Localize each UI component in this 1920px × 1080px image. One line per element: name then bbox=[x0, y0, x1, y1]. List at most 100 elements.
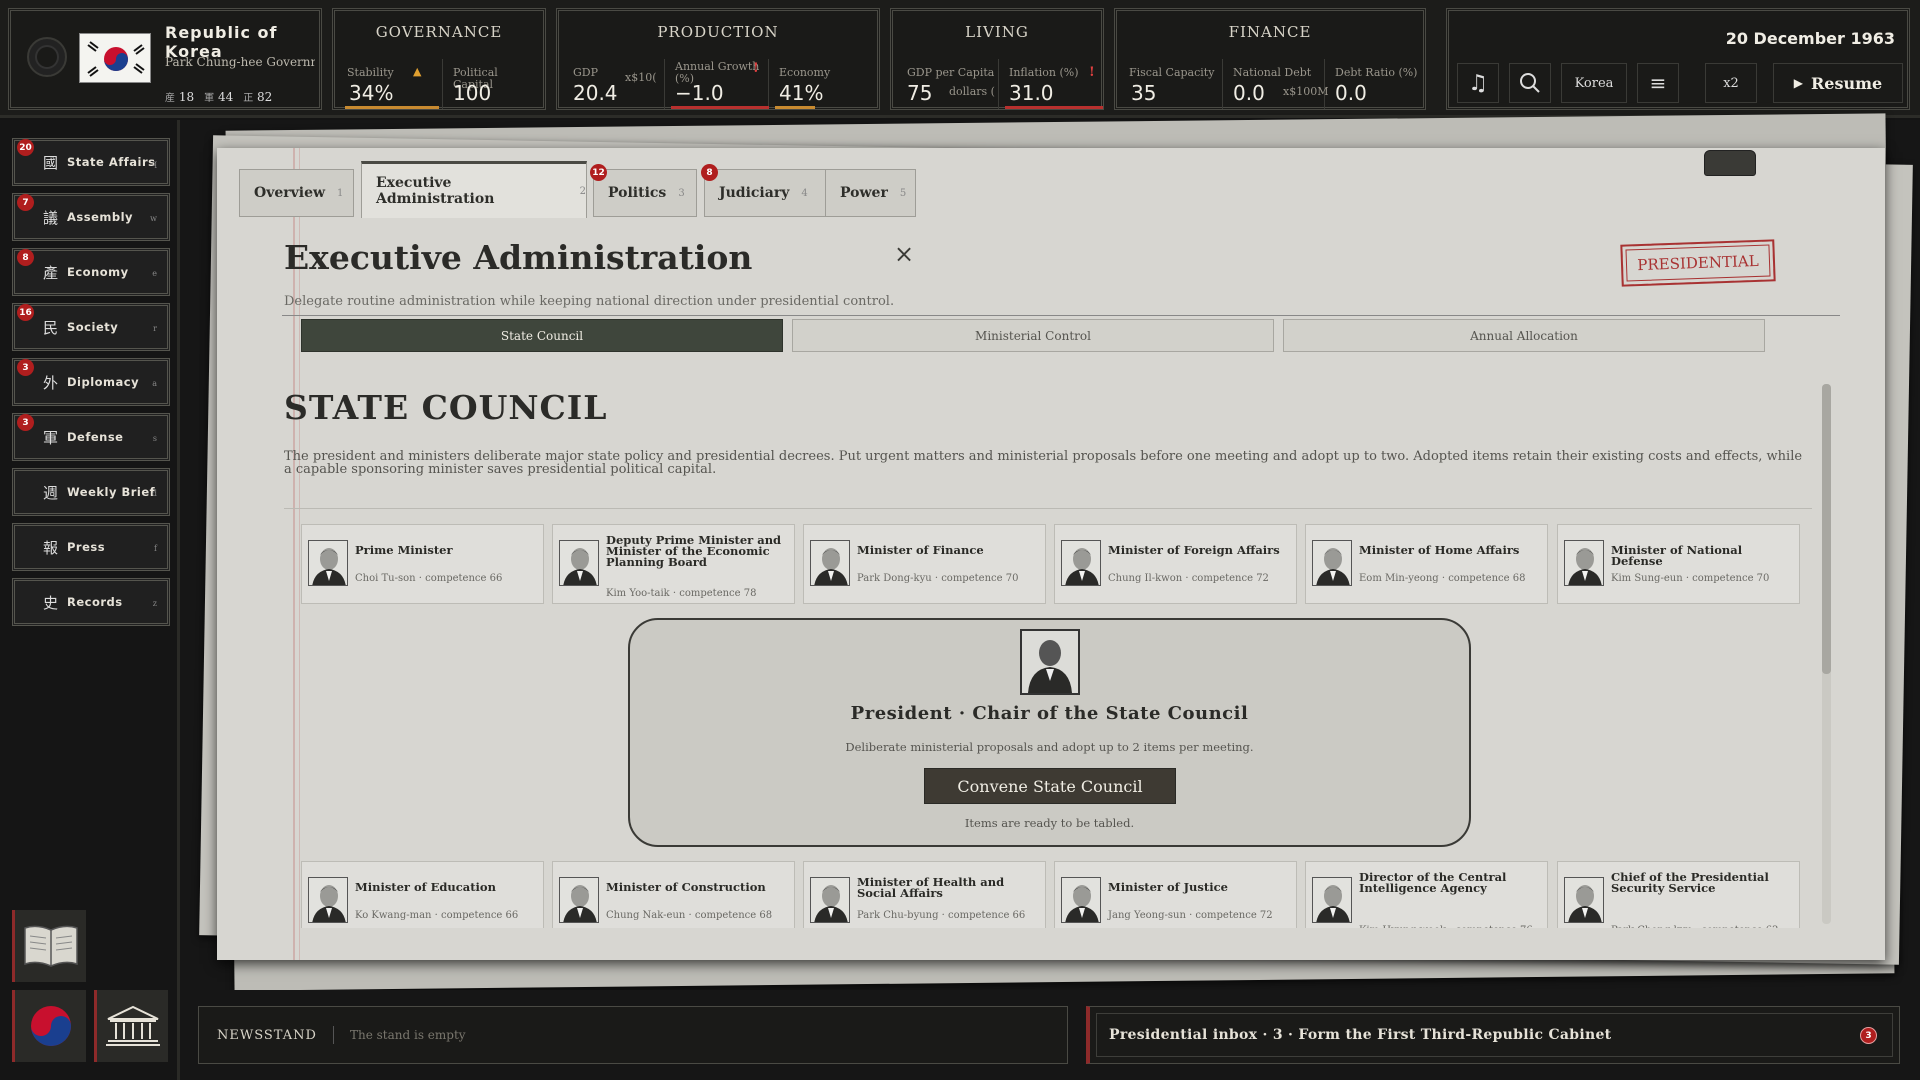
minister-title: Minister of Health and Social Affairs bbox=[857, 875, 1005, 900]
minister-portrait bbox=[559, 540, 599, 586]
hotkey-hint: a bbox=[152, 379, 157, 388]
page-subtitle: Delegate routine administration while ke… bbox=[284, 294, 895, 309]
notification-badge: 3 bbox=[17, 414, 34, 431]
minister-card[interactable]: Minister of Justice Jang Yeong-sun · comp… bbox=[1054, 861, 1297, 928]
finance-panel[interactable]: FINANCE Fiscal Capacity 35 National Debt… bbox=[1114, 8, 1426, 110]
subtab-state-council[interactable]: State Council bbox=[301, 319, 783, 352]
growth-bar bbox=[671, 106, 769, 109]
stapler-icon bbox=[1704, 150, 1756, 176]
sidebar-item-economy[interactable]: 產 Economy e 8 bbox=[12, 248, 170, 296]
governance-title: GOVERNANCE bbox=[375, 23, 503, 41]
notification-badge: 20 bbox=[17, 139, 34, 156]
minister-portrait bbox=[1312, 540, 1352, 586]
sidebar-item-label: Society bbox=[67, 320, 119, 334]
production-title: PRODUCTION bbox=[657, 23, 779, 41]
country-counts: 産 18 軍 44 正 82 bbox=[165, 89, 272, 104]
warning-triangle-icon: ▲ bbox=[413, 65, 422, 78]
emblem-icon bbox=[27, 37, 67, 77]
minister-portrait bbox=[559, 877, 599, 923]
hotkey-hint: f bbox=[154, 544, 157, 553]
sidebar-glyph-icon: 史 bbox=[43, 593, 59, 612]
sidebar-item-press[interactable]: 報 Press f bbox=[12, 523, 170, 571]
economy-label: Economy bbox=[779, 66, 831, 79]
sidebar-item-state-affairs[interactable]: 國 State Affairs q 20 bbox=[12, 138, 170, 186]
minister-card[interactable]: Minister of Home Affairs Eom Min-yeong · … bbox=[1305, 524, 1548, 604]
sidebar-item-diplomacy[interactable]: 外 Diplomacy a 3 bbox=[12, 358, 170, 406]
menu-button[interactable]: ≡ bbox=[1637, 63, 1679, 103]
minister-subtitle: Park Dong-kyu · competence 70 bbox=[857, 573, 1019, 584]
minister-title: Chief of the Presidential Security Servi… bbox=[1611, 870, 1769, 895]
sidebar-glyph-icon: 報 bbox=[43, 538, 59, 557]
sidebar-glyph-icon: 民 bbox=[43, 318, 59, 337]
council-heading: STATE COUNCIL bbox=[284, 388, 608, 427]
subtab-annual-allocation[interactable]: Annual Allocation bbox=[1283, 319, 1765, 352]
inbox-badge: 3 bbox=[1860, 1027, 1877, 1044]
inflation-bar bbox=[1005, 106, 1103, 109]
country-select-button[interactable]: Korea bbox=[1561, 63, 1627, 103]
sidebar-item-weekly-brief[interactable]: 週 Weekly Brief d bbox=[12, 468, 170, 516]
tab-number: 2 bbox=[579, 185, 586, 197]
minister-title: Minister of National Defense bbox=[1611, 543, 1743, 568]
stability-value: 34% bbox=[349, 81, 394, 105]
inflation-value: 31.0 bbox=[1009, 81, 1054, 105]
gdp-stat: GDP x$10( 20.4 bbox=[565, 59, 665, 109]
country-panel: Republic of Korea Park Chung-hee Governm… bbox=[8, 8, 322, 110]
minister-title: Deputy Prime Minister and Minister of th… bbox=[606, 533, 782, 569]
count-glyph: 正 bbox=[243, 93, 254, 104]
minister-card[interactable]: Prime Minister Choi Tu-son · competence 6… bbox=[301, 524, 544, 604]
cards-bottom-viewport: Minister of Education Ko Kwang-man · comp… bbox=[217, 856, 1817, 928]
governance-panel[interactable]: GOVERNANCE Stability ▲ 34% Political Capi… bbox=[332, 8, 546, 110]
tab-judiciary[interactable]: Judiciary 4 8 bbox=[701, 164, 836, 217]
minister-card[interactable]: Director of the Central Intelligence Age… bbox=[1305, 861, 1548, 928]
sidebar-item-society[interactable]: 民 Society r 16 bbox=[12, 303, 170, 351]
minister-card[interactable]: Chief of the Presidential Security Servi… bbox=[1557, 861, 1800, 928]
debt-value: 0.0 bbox=[1233, 81, 1265, 105]
subtab-ministerial-control[interactable]: Ministerial Control bbox=[792, 319, 1274, 352]
minister-card[interactable]: Minister of National Defense Kim Sung-eun… bbox=[1557, 524, 1800, 604]
minister-title: Minister of Education bbox=[355, 880, 496, 894]
fiscal-label: Fiscal Capacity bbox=[1129, 66, 1215, 79]
minister-card[interactable]: Minister of Education Ko Kwang-man · comp… bbox=[301, 861, 544, 928]
minister-portrait bbox=[308, 877, 348, 923]
blue-house-button[interactable] bbox=[94, 990, 168, 1062]
sidebar-item-records[interactable]: 史 Records z bbox=[12, 578, 170, 626]
resume-button[interactable]: ▶ Resume bbox=[1773, 63, 1903, 103]
top-bar: Republic of Korea Park Chung-hee Governm… bbox=[0, 0, 1920, 118]
music-button[interactable]: ♫ bbox=[1457, 63, 1499, 103]
hamburger-icon: ≡ bbox=[1649, 71, 1667, 95]
sidebar-item-assembly[interactable]: 議 Assembly w 7 bbox=[12, 193, 170, 241]
minister-card[interactable]: Minister of Finance Park Dong-kyu · compe… bbox=[803, 524, 1046, 604]
policy-book-button[interactable] bbox=[12, 910, 86, 982]
minister-card[interactable]: Deputy Prime Minister and Minister of th… bbox=[552, 524, 795, 604]
tab-overview[interactable]: Overview 1 bbox=[239, 169, 354, 217]
growth-stat: Annual Growth (%) ! −1.0 bbox=[667, 59, 769, 109]
newsstand-label: NEWSSTAND bbox=[217, 1027, 317, 1043]
tab-politics[interactable]: Politics 3 12 bbox=[590, 164, 697, 217]
production-panel[interactable]: PRODUCTION GDP x$10( 20.4 Annual Growth(… bbox=[556, 8, 880, 110]
sidebar-glyph-icon: 國 bbox=[43, 153, 59, 172]
minister-portrait bbox=[308, 540, 348, 586]
search-button[interactable] bbox=[1509, 63, 1551, 103]
sidebar-item-defense[interactable]: 軍 Defense s 3 bbox=[12, 413, 170, 461]
newsstand-panel[interactable]: NEWSSTAND The stand is empty bbox=[198, 1006, 1068, 1064]
council-description: The president and ministers deliberate m… bbox=[284, 449, 1803, 477]
title-rule bbox=[282, 315, 1840, 316]
sidebar-item-label: Press bbox=[67, 540, 106, 554]
scrollbar-track[interactable] bbox=[1822, 384, 1831, 924]
notification-badge: 7 bbox=[17, 194, 34, 211]
close-icon[interactable]: × bbox=[894, 240, 914, 268]
minister-card[interactable]: Minister of Construction Chung Nak-eun · … bbox=[552, 861, 795, 928]
minister-card[interactable]: Minister of Foreign Affairs Chung Il-kwon… bbox=[1054, 524, 1297, 604]
speed-button[interactable]: x2 bbox=[1705, 63, 1757, 103]
sidebar-glyph-icon: 週 bbox=[43, 483, 59, 502]
living-panel[interactable]: LIVING GDP per Capita dollars ( 75 Infla… bbox=[890, 8, 1104, 110]
tab-power[interactable]: Power 5 bbox=[825, 169, 916, 217]
minister-card[interactable]: Minister of Health and Social Affairs Par… bbox=[803, 861, 1046, 928]
convene-button[interactable]: Convene State Council bbox=[924, 768, 1176, 804]
presidential-stamp: PRESIDENTIAL bbox=[1620, 239, 1776, 287]
stability-bar bbox=[345, 106, 439, 109]
taegeuk-button[interactable] bbox=[12, 990, 86, 1062]
scrollbar-thumb[interactable] bbox=[1822, 384, 1831, 674]
inbox-panel[interactable]: Presidential inbox · 3 · Form the First … bbox=[1086, 1006, 1900, 1064]
tab-executive-administration[interactable]: Executive Administration 2 bbox=[361, 161, 587, 218]
